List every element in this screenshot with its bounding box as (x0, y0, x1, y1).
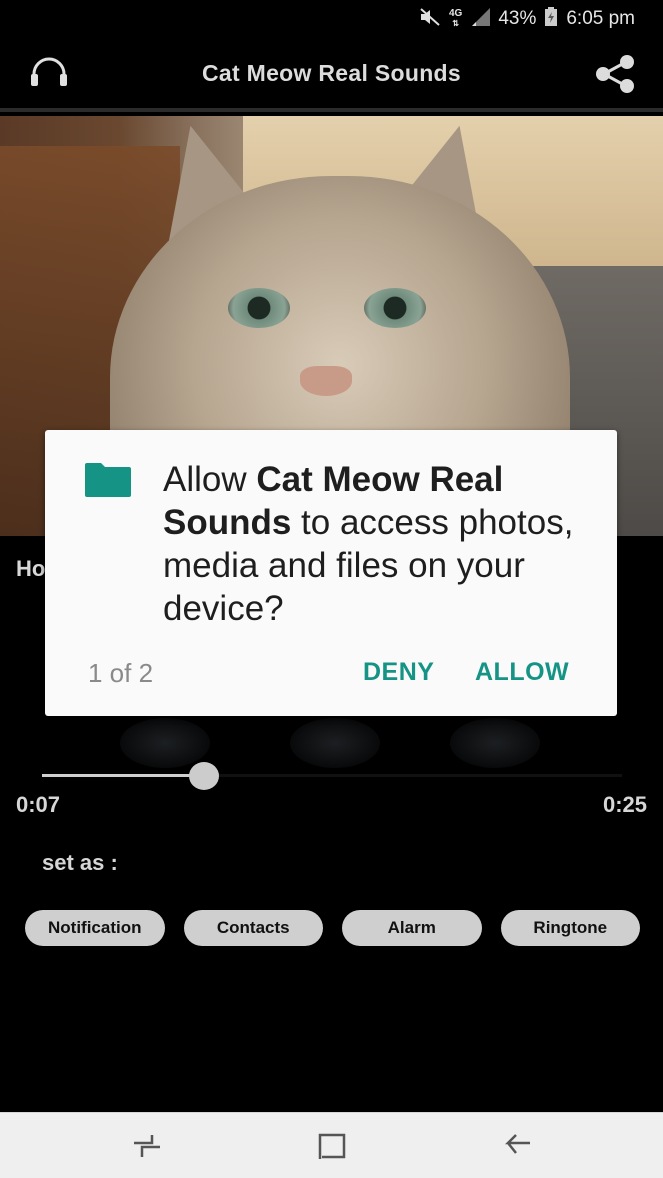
allow-button[interactable]: ALLOW (475, 658, 569, 687)
permission-message: Allow Cat Meow Real Sounds to access pho… (163, 460, 574, 628)
folder-icon (83, 462, 133, 498)
permission-dialog: Allow Cat Meow Real Sounds to access pho… (45, 430, 617, 716)
deny-button[interactable]: DENY (363, 658, 434, 687)
permission-counter: 1 of 2 (88, 658, 154, 688)
